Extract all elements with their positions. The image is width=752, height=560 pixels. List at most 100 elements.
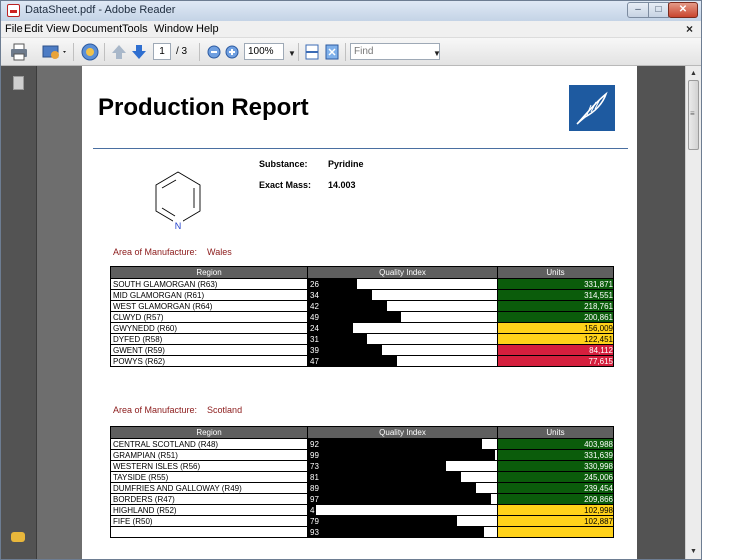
arrow-up-icon[interactable] — [110, 42, 128, 62]
region-cell: CLWYD (R57) — [110, 311, 308, 323]
app-window: DataSheet.pdf - Adobe Reader – □ ✕ File … — [0, 0, 702, 560]
column-header-quality[interactable]: Quality Index — [307, 426, 498, 439]
right-gutter — [637, 66, 685, 559]
column-header-region[interactable]: Region — [110, 266, 308, 279]
vertical-scrollbar[interactable]: ▲ ▼ — [685, 66, 701, 559]
pdf-page: Production Report N Substance: Pyridine … — [82, 66, 637, 559]
quality-value: 34 — [310, 291, 319, 300]
table-row: FIFE (R50) 79 102,887 — [110, 515, 614, 527]
arrow-down-icon[interactable] — [130, 42, 148, 62]
menu-help[interactable]: Help — [196, 23, 219, 35]
quality-cell: 49 — [307, 311, 498, 323]
area-label: Area of Manufacture: — [113, 247, 198, 257]
units-cell: 102,887 — [497, 515, 614, 527]
units-cell: 102,998 — [497, 504, 614, 516]
quality-value: 24 — [310, 324, 319, 333]
table-row: GRAMPIAN (R51) 99 331,639 — [110, 449, 614, 461]
quality-bar — [308, 439, 482, 449]
area-name: Scotland — [207, 405, 243, 415]
region-cell: GWENT (R59) — [110, 344, 308, 356]
area-heading-scotland: Area of Manufacture: Scotland — [113, 405, 242, 415]
mass-value: 14.003 — [328, 180, 356, 190]
document-area: Production Report N Substance: Pyridine … — [1, 66, 701, 559]
email-icon[interactable] — [41, 42, 69, 62]
chevron-down-icon[interactable]: ▼ — [288, 49, 296, 58]
scroll-thumb[interactable] — [688, 80, 699, 150]
menu-document[interactable]: Document — [72, 23, 122, 35]
units-cell: 239,454 — [497, 482, 614, 494]
find-options-chevron-icon[interactable]: ▼ — [433, 49, 441, 58]
title-bar: DataSheet.pdf - Adobe Reader – □ ✕ — [1, 1, 701, 21]
table-row: WEST GLAMORGAN (R64) 42 218,761 — [110, 300, 614, 312]
mass-label: Exact Mass: — [259, 180, 312, 190]
quality-cell: 4 — [307, 504, 498, 516]
quality-bar — [308, 450, 496, 460]
units-cell: 84,112 — [497, 344, 614, 356]
table-row: GWENT (R59) 39 84,112 — [110, 344, 614, 356]
scroll-up-icon[interactable]: ▲ — [686, 66, 701, 81]
pdf-icon — [7, 4, 20, 17]
nitrogen-label: N — [175, 221, 182, 230]
column-header-region[interactable]: Region — [110, 426, 308, 439]
units-cell: 77,615 — [497, 355, 614, 367]
quality-value: 89 — [310, 484, 319, 493]
find-input[interactable]: Find — [350, 43, 440, 60]
units-cell: 122,451 — [497, 333, 614, 345]
close-button[interactable]: ✕ — [668, 2, 698, 18]
page-number-input[interactable]: 1 — [153, 43, 171, 60]
quality-value: 93 — [310, 528, 319, 537]
quality-cell: 39 — [307, 344, 498, 356]
units-cell: 156,009 — [497, 322, 614, 334]
fullscreen-icon[interactable] — [323, 42, 341, 62]
units-cell: 330,998 — [497, 460, 614, 472]
maximize-button[interactable]: □ — [648, 2, 669, 18]
close-document-button[interactable]: × — [686, 22, 693, 36]
printer-icon[interactable] — [9, 42, 29, 62]
zoom-select[interactable]: 100% — [244, 43, 284, 60]
region-cell: WESTERN ISLES (R56) — [110, 460, 308, 472]
quality-value: 79 — [310, 517, 319, 526]
zoom-in-icon[interactable] — [224, 42, 240, 62]
collaborate-icon[interactable] — [80, 42, 100, 62]
units-cell: 403,988 — [497, 438, 614, 450]
area-heading-wales: Area of Manufacture: Wales — [113, 247, 232, 257]
menu-edit[interactable]: Edit — [24, 23, 43, 35]
column-header-units[interactable]: Units — [497, 266, 614, 279]
quality-value: 92 — [310, 440, 319, 449]
units-cell: 314,551 — [497, 289, 614, 301]
column-header-quality[interactable]: Quality Index — [307, 266, 498, 279]
table-row: BORDERS (R47) 97 209,866 — [110, 493, 614, 505]
quality-cell: 42 — [307, 300, 498, 312]
units-cell: 218,761 — [497, 300, 614, 312]
units-cell: 209,866 — [497, 493, 614, 505]
scroll-down-icon[interactable]: ▼ — [686, 544, 701, 559]
region-cell: WEST GLAMORGAN (R64) — [110, 300, 308, 312]
quality-value: 42 — [310, 302, 319, 311]
table-row: CENTRAL SCOTLAND (R48) 92 403,988 — [110, 438, 614, 450]
minimize-button[interactable]: – — [627, 2, 649, 18]
zoom-out-icon[interactable] — [206, 42, 222, 62]
quality-bar — [308, 356, 397, 366]
quality-bar — [308, 345, 382, 355]
menu-window[interactable]: Window — [154, 23, 193, 35]
quality-bar — [308, 472, 462, 482]
substance-value: Pyridine — [328, 159, 364, 169]
area-label: Area of Manufacture: — [113, 405, 198, 415]
menu-tools[interactable]: Tools — [122, 23, 148, 35]
fit-page-icon[interactable] — [303, 42, 321, 62]
menu-file[interactable]: File — [5, 23, 23, 35]
page-total: / 3 — [176, 46, 188, 57]
region-cell: BORDERS (R47) — [110, 493, 308, 505]
window-title: DataSheet.pdf - Adobe Reader — [25, 4, 176, 16]
pages-panel-icon[interactable] — [13, 76, 24, 90]
quality-cell: 34 — [307, 289, 498, 301]
region-cell: GWYNEDD (R60) — [110, 322, 308, 334]
area-name: Wales — [207, 247, 232, 257]
table-row: DYFED (R58) 31 122,451 — [110, 333, 614, 345]
menu-view[interactable]: View — [46, 23, 70, 35]
comments-icon[interactable] — [11, 532, 25, 542]
substance-label: Substance: — [259, 159, 308, 169]
units-cell: 331,639 — [497, 449, 614, 461]
column-header-units[interactable]: Units — [497, 426, 614, 439]
units-cell: 245,006 — [497, 471, 614, 483]
